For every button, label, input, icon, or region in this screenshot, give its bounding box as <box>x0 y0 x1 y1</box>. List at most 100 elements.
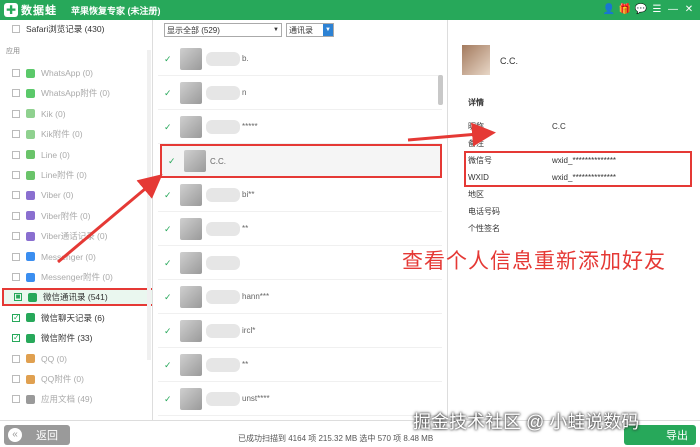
list-item[interactable]: ✓ ** <box>158 212 442 246</box>
sidebar-item[interactable]: Viber (0) <box>0 186 150 204</box>
checkbox[interactable]: ✓ <box>164 394 172 403</box>
highlight-box <box>464 151 692 187</box>
list-item[interactable]: ✓ unst**** <box>158 382 442 416</box>
sidebar-item[interactable]: Kik (0) <box>0 105 150 123</box>
sidebar-item-label: WhatsApp (0) <box>41 68 93 78</box>
blurred-name <box>206 51 240 66</box>
sidebar-item[interactable]: QQ (0) <box>0 350 150 368</box>
detail-key: 备注 <box>468 138 484 148</box>
detail-key: 电话号码 <box>468 206 500 216</box>
avatar <box>180 251 202 274</box>
title-bar: ✚ 数据蛙 苹果恢复专家 (未注册) 👤 🎁 💬 ☰ — ✕ <box>0 0 700 20</box>
list-item[interactable]: ✓ <box>158 246 442 280</box>
list-item[interactable]: ✓ b. <box>158 42 442 76</box>
checkbox[interactable]: ■ <box>14 293 22 302</box>
app-icon <box>26 170 35 180</box>
app-icon <box>26 88 35 98</box>
app-icon <box>26 129 35 139</box>
checkbox[interactable] <box>12 150 20 159</box>
checkbox[interactable] <box>12 211 20 220</box>
checkbox[interactable]: ✓ <box>12 313 20 322</box>
menu-icon[interactable]: ☰ <box>650 3 664 17</box>
sidebar-item[interactable]: Viber通话记录 (0) <box>0 227 150 245</box>
checkbox[interactable] <box>12 89 20 98</box>
sidebar-item[interactable]: WhatsApp附件 (0) <box>0 84 150 102</box>
blurred-name <box>206 255 240 270</box>
sidebar-item[interactable]: ■ 微信通讯录 (541) <box>2 288 152 307</box>
list-item[interactable]: ✓ bi** <box>158 178 442 212</box>
checkbox[interactable] <box>12 69 20 77</box>
avatar <box>180 183 202 206</box>
avatar <box>184 150 206 172</box>
sidebar-item[interactable]: ✓ 微信附件 (33) <box>0 329 150 347</box>
checkbox[interactable]: ✓ <box>164 258 172 267</box>
checkbox[interactable] <box>12 191 20 200</box>
checkbox[interactable]: ✓ <box>164 360 172 369</box>
avatar <box>180 387 202 410</box>
checkbox[interactable]: ✓ <box>164 122 172 131</box>
app-icon <box>26 252 35 262</box>
list-item[interactable]: ✓ hann*** <box>158 280 442 314</box>
list-item[interactable]: ✓ ***** <box>158 110 442 144</box>
checkbox[interactable] <box>12 109 20 118</box>
checkbox[interactable]: ✓ <box>164 190 172 199</box>
user-icon[interactable]: 👤 <box>602 3 616 17</box>
detail-row: 地区 <box>468 186 698 202</box>
checkbox[interactable]: ✓ <box>164 88 172 97</box>
checkbox[interactable]: ✓ <box>164 54 172 63</box>
blurred-name <box>206 187 240 202</box>
app-icon <box>26 272 35 282</box>
app-icon <box>26 109 35 119</box>
checkbox[interactable]: ✓ <box>164 292 172 301</box>
sidebar-item[interactable]: Viber附件 (0) <box>0 207 150 225</box>
close-icon[interactable]: ✕ <box>682 3 696 17</box>
list-scrollbar[interactable] <box>438 75 443 105</box>
checkbox[interactable]: ✓ <box>168 157 176 166</box>
checkbox[interactable] <box>12 375 20 383</box>
minimize-icon[interactable]: — <box>666 3 680 17</box>
checkbox[interactable] <box>12 130 20 139</box>
sidebar-scrollbar[interactable] <box>147 50 151 360</box>
filter-select[interactable]: 显示全部 (529) ▼ <box>164 23 282 37</box>
checkbox[interactable] <box>12 395 20 404</box>
checkbox[interactable] <box>12 354 20 363</box>
avatar <box>180 285 202 308</box>
checkbox[interactable]: ✓ <box>164 326 172 335</box>
detail-name: C.C. <box>500 56 518 66</box>
blurred-name <box>206 221 240 236</box>
contact-name: n <box>242 88 247 97</box>
checkbox[interactable] <box>12 25 20 33</box>
checkbox[interactable] <box>12 273 20 281</box>
checkbox[interactable] <box>12 232 20 241</box>
list-item[interactable]: ✓ C.C. <box>160 144 442 178</box>
sidebar-item-safari[interactable]: Safari浏览记录 (430) <box>0 20 150 38</box>
sidebar-item-label: Viber (0) <box>41 190 74 201</box>
checkbox[interactable]: ✓ <box>164 224 172 233</box>
window-controls: 👤 🎁 💬 ☰ — ✕ <box>602 3 696 17</box>
sidebar-item[interactable]: WhatsApp (0) <box>0 64 150 82</box>
sidebar-item[interactable]: QQ附件 (0) <box>0 370 150 388</box>
sidebar-item[interactable]: Messenger (0) <box>0 248 150 266</box>
sidebar-item[interactable]: 应用文档 (49) <box>0 390 150 408</box>
sidebar-item[interactable]: Kik附件 (0) <box>0 125 150 143</box>
back-button[interactable]: « 返回 <box>4 425 70 445</box>
view-select[interactable]: 通讯录 ▼ <box>286 23 334 37</box>
sidebar-item[interactable]: ✓ 微信聊天记录 (6) <box>0 309 150 327</box>
checkbox[interactable] <box>12 171 20 179</box>
checkbox[interactable] <box>12 252 20 261</box>
export-label: 导出 <box>666 430 688 442</box>
sidebar-item[interactable]: Line附件 (0) <box>0 166 150 184</box>
list-item[interactable]: ✓ n <box>158 76 442 110</box>
detail-row: 昵称 C.C <box>468 118 698 134</box>
checkbox[interactable]: ✓ <box>12 334 20 343</box>
filter-value: 显示全部 (529) <box>167 25 220 35</box>
list-item[interactable]: ✓ ircl* <box>158 314 442 348</box>
gift-icon[interactable]: 🎁 <box>618 3 632 17</box>
sidebar-item[interactable]: Messenger附件 (0) <box>0 268 150 286</box>
status-text: 已成功扫描到 4164 项 215.32 MB 选中 570 项 8.48 MB <box>238 434 434 443</box>
avatar <box>180 115 202 138</box>
contact-name: unst**** <box>242 394 270 403</box>
sidebar-item[interactable]: Line (0) <box>0 146 150 164</box>
chat-icon[interactable]: 💬 <box>634 3 648 17</box>
list-item[interactable]: ✓ ** <box>158 348 442 382</box>
